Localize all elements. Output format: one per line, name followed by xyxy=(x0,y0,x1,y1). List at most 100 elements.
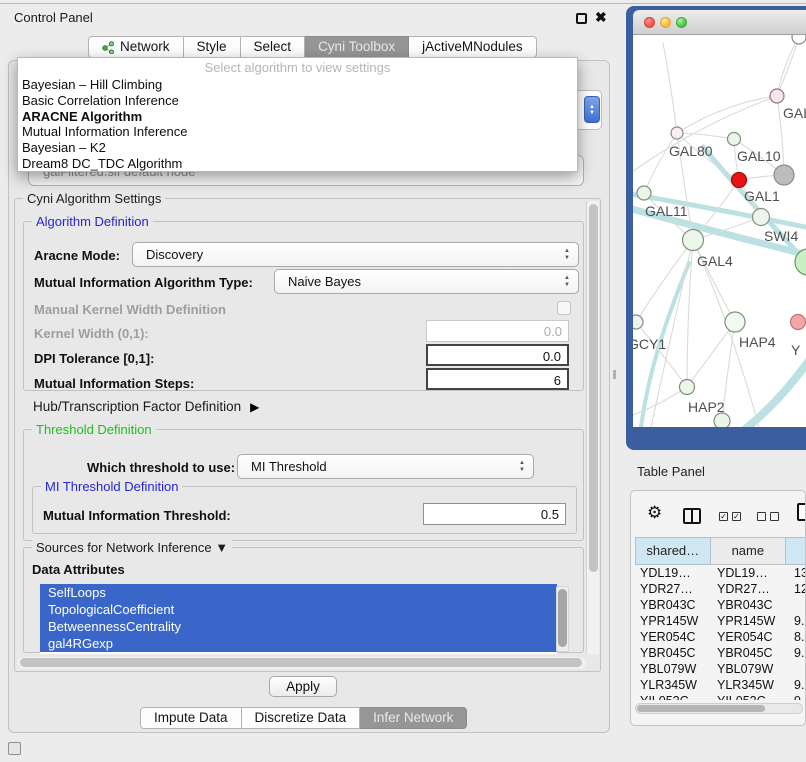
mi-type-value: Naive Bayes xyxy=(288,274,361,289)
deselect-all-checkboxes-icon[interactable] xyxy=(757,512,779,521)
network-node[interactable] xyxy=(725,312,745,332)
mi-threshold-input[interactable]: 0.5 xyxy=(423,503,566,525)
settings-horizontal-scrollbar[interactable] xyxy=(18,657,586,669)
column-header-shared-name[interactable]: shared… xyxy=(635,537,711,565)
mi-type-combobox[interactable]: Naive Bayes ▲▼ xyxy=(274,269,579,294)
table-row[interactable]: YER054CYER054C8. xyxy=(635,629,806,645)
scrollbar-thumb[interactable] xyxy=(558,589,567,647)
network-node-label: GAL xyxy=(783,105,806,121)
network-node[interactable] xyxy=(770,89,784,103)
split-divider-handle[interactable] xyxy=(613,370,616,379)
network-node-label: HAP2 xyxy=(688,399,725,415)
mi-steps-input[interactable]: 6 xyxy=(426,368,569,390)
column-header-partial[interactable] xyxy=(786,537,806,565)
algorithm-option[interactable]: Bayesian – Hill Climbing xyxy=(18,77,577,93)
network-node-label: GAL1 xyxy=(744,188,780,204)
panel-grip-icon[interactable] xyxy=(8,742,21,755)
control-panel-header: Control Panel ✖ xyxy=(0,6,614,30)
top-divider xyxy=(0,3,806,4)
algorithm-option[interactable]: Dream8 DC_TDC Algorithm xyxy=(18,156,577,172)
network-node[interactable] xyxy=(792,35,806,44)
network-node[interactable] xyxy=(774,165,794,185)
table-panel: ⚙ ✓ ✓ shared… name YDL19…YDL19…13 YDR27…… xyxy=(630,490,806,726)
column-header-name[interactable]: name xyxy=(711,537,787,565)
aracne-mode-value: Discovery xyxy=(146,247,203,262)
network-node[interactable] xyxy=(637,186,651,200)
columns-icon[interactable] xyxy=(683,508,701,524)
tab-impute-data[interactable]: Impute Data xyxy=(140,707,242,729)
network-view-window: GALGAL80GAL10GAL1GAL11SWI4GAL4GCY1HAP4YH… xyxy=(626,6,806,450)
gear-icon[interactable]: ⚙ xyxy=(647,503,662,523)
algorithm-option[interactable]: Basic Correlation Inference xyxy=(18,93,577,109)
table-horizontal-scrollbar[interactable] xyxy=(635,703,803,714)
hub-transcription-factor-toggle[interactable]: Hub/Transcription Factor Definition▶ xyxy=(33,399,259,414)
network-node-label: GAL11 xyxy=(645,203,688,219)
select-all-checkboxes-icon[interactable]: ✓ ✓ xyxy=(719,512,741,521)
network-node[interactable] xyxy=(728,133,741,146)
kernel-width-input[interactable]: 0.0 xyxy=(426,320,569,342)
table-row[interactable]: YBL079WYBL079W xyxy=(635,661,806,677)
network-canvas[interactable]: GALGAL80GAL10GAL1GAL11SWI4GAL4GCY1HAP4YH… xyxy=(633,35,806,427)
dpi-tolerance-input[interactable]: 0.0 xyxy=(426,344,569,366)
aracne-mode-combobox[interactable]: Discovery ▲▼ xyxy=(132,242,579,267)
tab-infer-network[interactable]: Infer Network xyxy=(360,707,467,729)
tab-label: Network xyxy=(120,37,170,57)
attribute-item[interactable]: TopologicalCoefficient xyxy=(40,601,557,618)
scrollbar-thumb[interactable] xyxy=(637,705,765,712)
tab-select[interactable]: Select xyxy=(241,36,306,58)
network-node[interactable] xyxy=(791,315,806,330)
table-row[interactable]: YPR145WYPR145W9. xyxy=(635,613,806,629)
attribute-list-scrollbar[interactable] xyxy=(556,586,569,652)
network-window-titlebar[interactable] xyxy=(633,10,806,35)
tab-jactivemnodules[interactable]: jActiveMNodules xyxy=(409,36,537,58)
attribute-item[interactable]: gal4RGexp xyxy=(40,635,557,652)
scrollbar-thumb[interactable] xyxy=(20,658,582,667)
attribute-item[interactable]: SelfLoops xyxy=(40,584,557,601)
network-node[interactable] xyxy=(633,315,643,329)
table-row[interactable]: YBR045CYBR045C9. xyxy=(635,645,806,661)
tab-style[interactable]: Style xyxy=(184,36,241,58)
network-node[interactable] xyxy=(680,380,695,395)
tab-network[interactable]: Network xyxy=(88,36,184,58)
network-node[interactable] xyxy=(753,209,770,226)
table-row[interactable]: YDL19…YDL19…13 xyxy=(635,565,806,581)
close-traffic-light[interactable] xyxy=(644,17,655,28)
scrollbar-thumb[interactable] xyxy=(589,204,598,572)
table-row[interactable]: YDR27…YDR27…12 xyxy=(635,581,806,597)
manual-kernel-label: Manual Kernel Width Definition xyxy=(34,302,226,317)
network-node[interactable] xyxy=(714,413,730,427)
float-window-icon[interactable] xyxy=(576,13,587,24)
data-attributes-list: SelfLoops TopologicalCoefficient Between… xyxy=(40,584,557,654)
algorithm-option[interactable]: Mutual Information Inference xyxy=(18,124,577,140)
attribute-item[interactable]: BetweennessCentrality xyxy=(40,618,557,635)
zoom-traffic-light[interactable] xyxy=(676,17,687,28)
tab-cyni-toolbox[interactable]: Cyni Toolbox xyxy=(305,36,409,58)
settings-vertical-scrollbar[interactable] xyxy=(586,201,599,654)
which-threshold-value: MI Threshold xyxy=(251,459,327,474)
unchecked-box-icon xyxy=(757,512,766,521)
network-node-label: GAL10 xyxy=(737,148,781,164)
network-node[interactable] xyxy=(732,173,747,188)
combobox-stepper-fragment[interactable]: ▲▼ xyxy=(584,96,600,123)
apply-button[interactable]: Apply xyxy=(269,676,337,697)
network-node[interactable] xyxy=(671,127,683,139)
algorithm-option-aracne[interactable]: ARACNE Algorithm xyxy=(18,109,577,125)
mi-type-label: Mutual Information Algorithm Type: xyxy=(34,275,253,290)
table-row[interactable]: YIL052CYIL052C9. xyxy=(635,693,806,700)
algorithm-option[interactable]: Bayesian – K2 xyxy=(18,140,577,156)
table-row[interactable]: YBR043CYBR043C xyxy=(635,597,806,613)
network-node[interactable] xyxy=(683,230,704,251)
sources-group-title[interactable]: Sources for Network Inference ▼ xyxy=(32,540,232,555)
dpi-tolerance-label: DPI Tolerance [0,1]: xyxy=(34,351,154,366)
table-row[interactable]: YLR345WYLR345W9. xyxy=(635,677,806,693)
which-threshold-combobox[interactable]: MI Threshold ▲▼ xyxy=(237,454,534,479)
manual-kernel-checkbox[interactable] xyxy=(557,301,571,315)
document-icon[interactable] xyxy=(797,503,806,521)
algorithm-definition-group: Algorithm Definition Aracne Mode: Discov… xyxy=(23,221,584,391)
tab-discretize-data[interactable]: Discretize Data xyxy=(242,707,361,729)
minimize-traffic-light[interactable] xyxy=(660,17,671,28)
close-icon[interactable]: ✖ xyxy=(595,9,607,26)
mi-threshold-label: Mutual Information Threshold: xyxy=(43,508,231,523)
hub-label: Hub/Transcription Factor Definition xyxy=(33,399,241,414)
mi-steps-label: Mutual Information Steps: xyxy=(34,376,194,391)
